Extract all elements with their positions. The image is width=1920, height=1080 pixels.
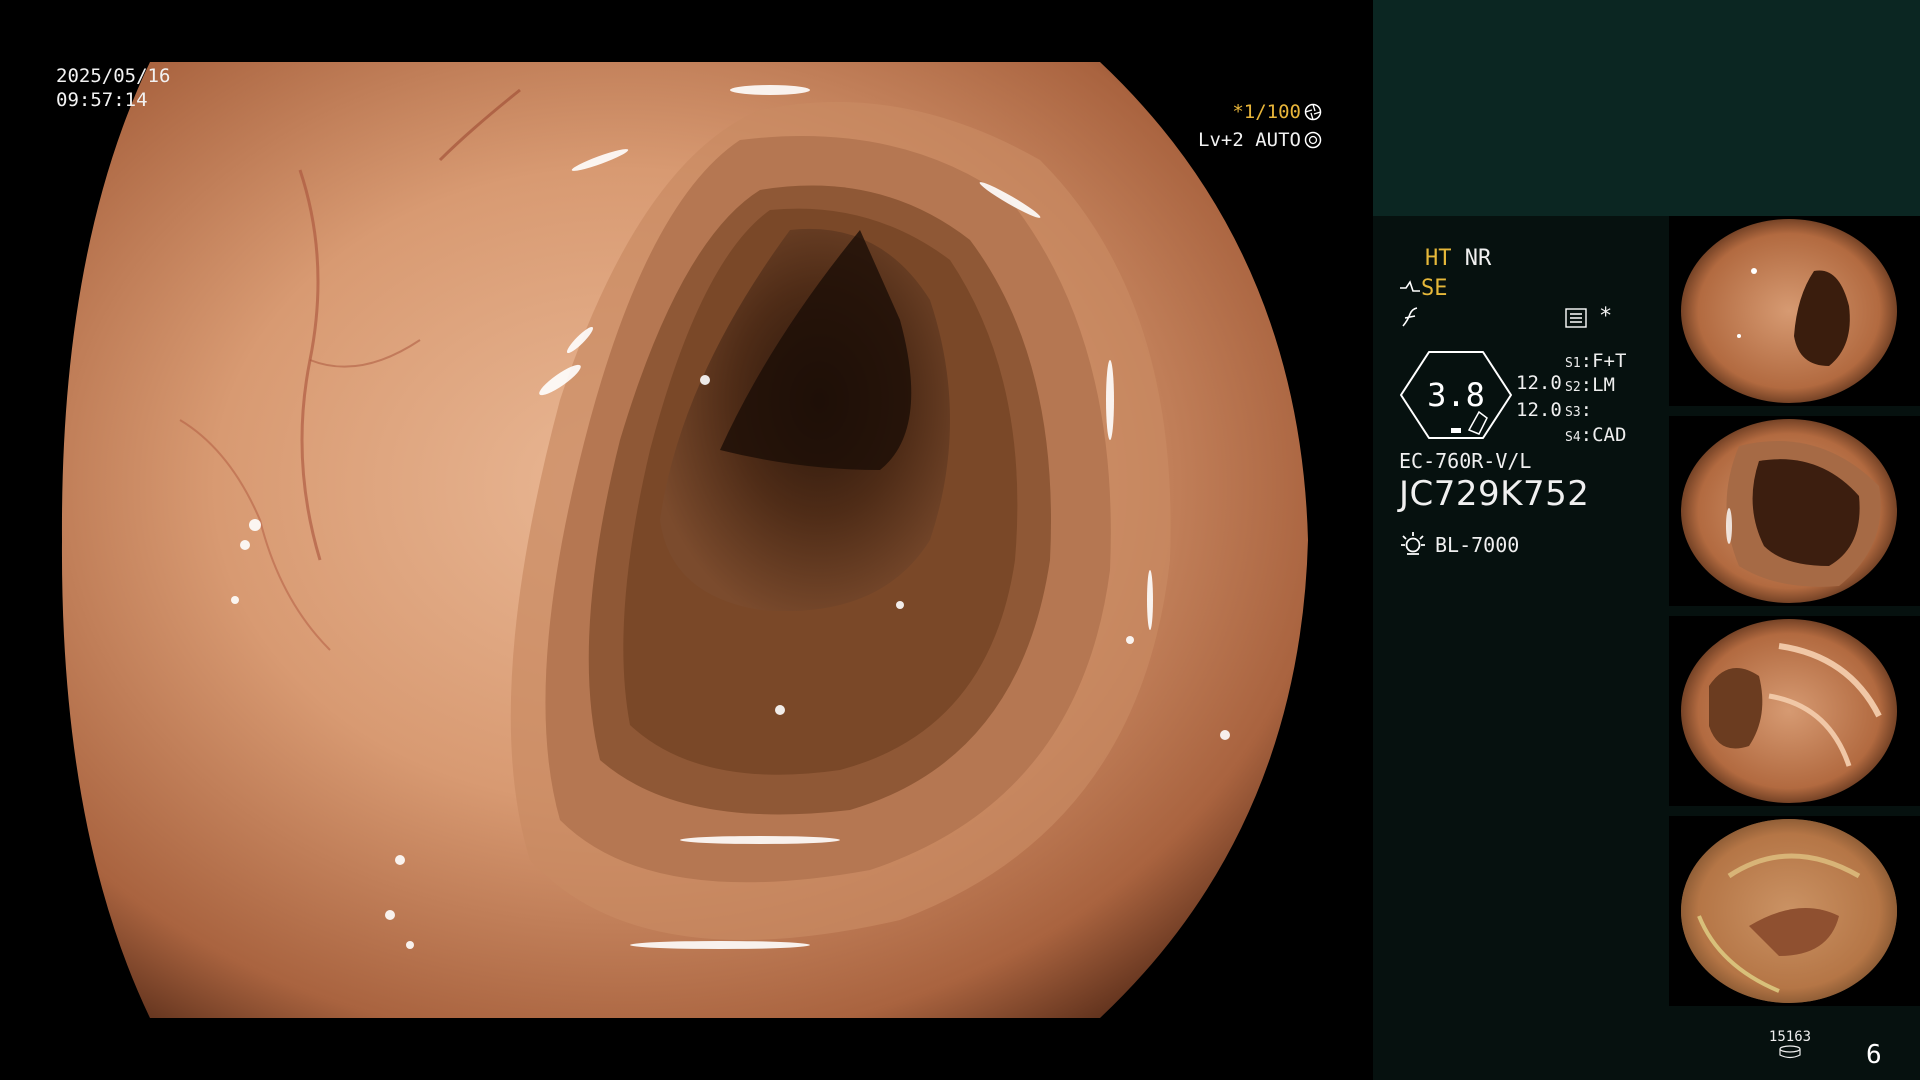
capture-counter: 15163 [1765, 1030, 1815, 1063]
menu-list-icon [1565, 308, 1587, 328]
nr-label: NR [1464, 246, 1492, 271]
light-source-row: BL-7000 [1399, 530, 1519, 558]
scope-model: EC-760R-V/L [1399, 449, 1532, 473]
asterisk-mark: * [1599, 304, 1613, 329]
mode-label: AUTO [1255, 129, 1301, 151]
thumbnail-2-image [1681, 419, 1897, 603]
storage-icon [1779, 1045, 1801, 1059]
switch-3: S3: [1565, 399, 1593, 421]
shutter-readout: *1/100 [1232, 100, 1322, 124]
settings-info: HT NR SE * 3.8 12.0 12.0 S1:F+T S2:LM S3… [1373, 216, 1668, 1080]
thumbnail-4[interactable] [1669, 816, 1920, 1006]
main-endoscope-view: 2025/05/16 09:57:14 *1/100 Lv+2 AUTO [0, 0, 1372, 1080]
panel-header-area [1373, 0, 1920, 216]
gauge-value: 3.8 [1427, 376, 1485, 414]
switch-4: S4:CAD [1565, 424, 1627, 446]
filter-icon [1400, 280, 1420, 292]
colon-lumen-image [61, 62, 1308, 1018]
switch-2-value: LM [1592, 374, 1615, 396]
value-b: 12.0 [1516, 399, 1562, 421]
light-source-label: BL-7000 [1435, 533, 1520, 557]
capture-count: 15163 [1768, 1029, 1812, 1045]
auto-iris-icon [1304, 131, 1322, 149]
level-label: Lv+2 [1198, 129, 1244, 151]
time-label: 09:57:14 [56, 89, 148, 111]
shutter-label: *1/100 [1232, 101, 1301, 123]
frame-number: 6 [1866, 1040, 1882, 1070]
brightness-gauge: 3.8 [1399, 350, 1513, 440]
switch-4-value: CAD [1592, 424, 1627, 446]
shutter-icon [1304, 103, 1322, 121]
light-source-icon [1401, 532, 1425, 555]
ht-label: HT [1425, 246, 1452, 271]
thumbnail-3-image [1681, 619, 1897, 803]
date-label: 2025/05/16 [56, 65, 171, 87]
value-a: 12.0 [1516, 372, 1562, 394]
thumbnail-4-image [1681, 819, 1897, 1003]
level-readout: Lv+2 AUTO [1198, 128, 1322, 152]
thumbnail-1-image [1681, 219, 1897, 403]
se-label: SE [1421, 276, 1448, 301]
datetime-readout: 2025/05/16 09:57:14 [56, 64, 170, 112]
info-side-panel: HT NR SE * 3.8 12.0 12.0 S1:F+T S2:LM S3… [1373, 0, 1920, 1080]
scope-serial: JC729K752 [1399, 474, 1590, 514]
switch-1-key: S1 [1565, 356, 1581, 371]
se-row: SE [1399, 276, 1448, 301]
switch-2: S2:LM [1565, 374, 1615, 396]
switch-1-value: F+T [1592, 350, 1627, 372]
thumbnail-3[interactable] [1669, 616, 1920, 806]
thumbnail-1[interactable] [1669, 216, 1920, 406]
enhancement-row: HT NR [1425, 246, 1491, 271]
switch-4-key: S4 [1565, 430, 1581, 445]
thumbnail-2[interactable] [1669, 416, 1920, 606]
function-icon [1402, 307, 1418, 327]
switch-3-key: S3 [1565, 405, 1581, 420]
switch-1: S1:F+T [1565, 350, 1627, 372]
switch-2-key: S2 [1565, 380, 1581, 395]
